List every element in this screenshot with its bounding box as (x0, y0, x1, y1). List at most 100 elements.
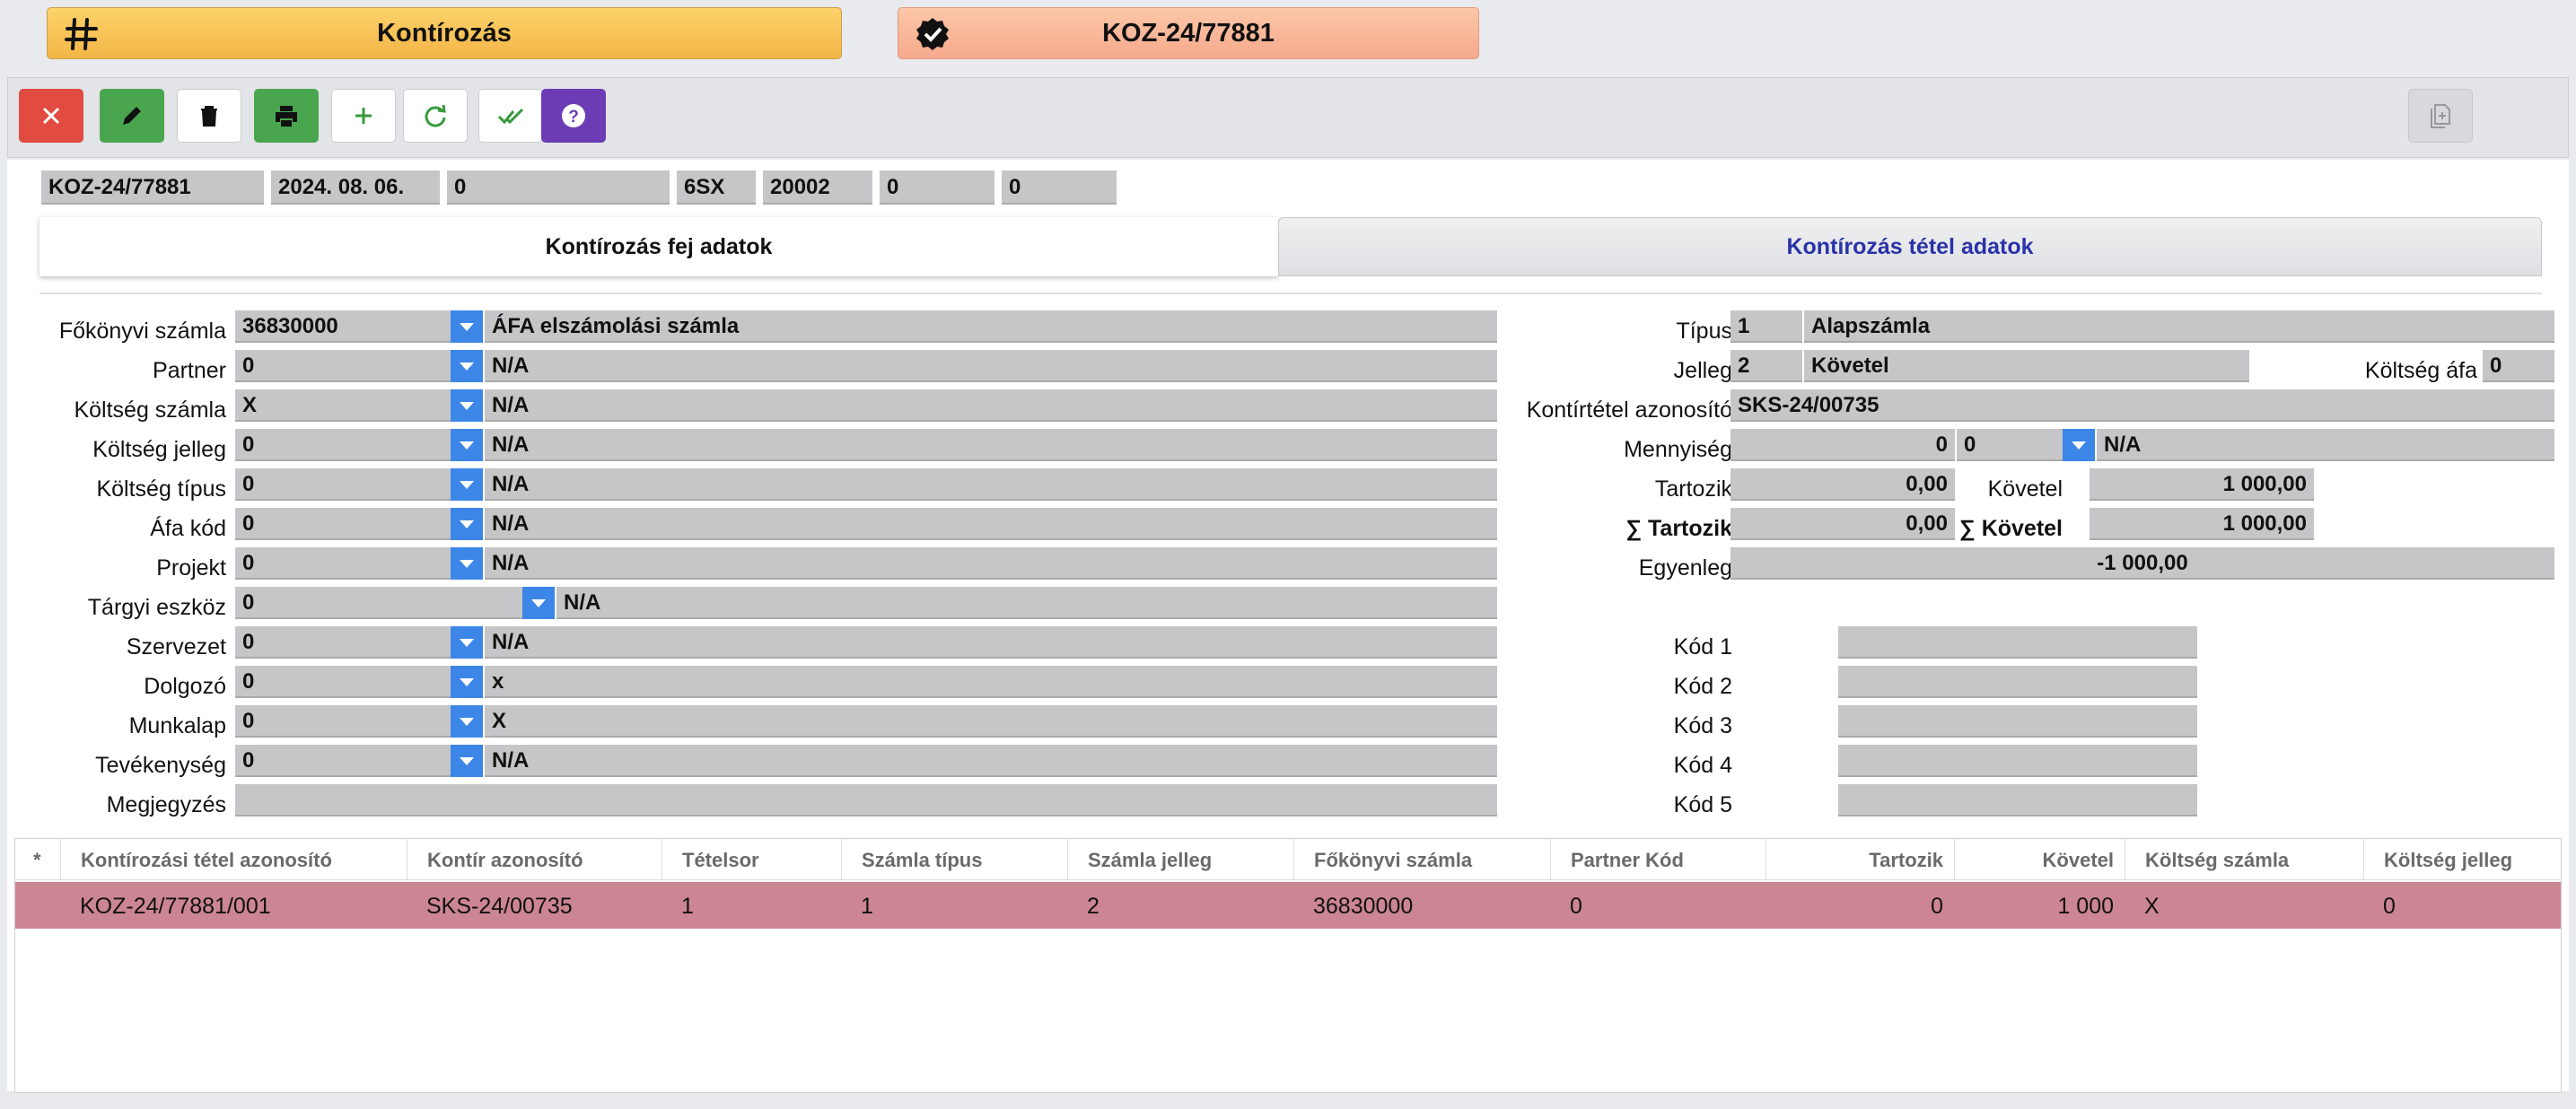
label-koltseg-afa: Költség áfa (2364, 358, 2477, 383)
grid-header-koltseg-szamla[interactable]: Költség számla (2125, 839, 2363, 880)
partner-code[interactable]: 0 (235, 350, 454, 382)
tipus-code[interactable]: 1 (1730, 310, 1802, 343)
cell-fokonyvi-szamla: 36830000 (1313, 894, 1414, 919)
tevekenyseg-name: N/A (485, 745, 1497, 777)
grid-header-fokonyvi-szamla[interactable]: Főkönyvi számla (1293, 839, 1550, 880)
koltseg-szamla-dropdown-icon[interactable] (451, 389, 483, 422)
cell-kontir-azonosito: SKS-24/00735 (426, 894, 573, 919)
refresh-button[interactable] (403, 89, 468, 143)
record-title: KOZ-24/77881 (1102, 18, 1275, 48)
mennyiseg-unit-dropdown-icon[interactable] (2063, 429, 2095, 461)
label-sum-kovetel: ∑ Követel (1958, 516, 2063, 541)
megjegyzes-field[interactable] (235, 784, 1497, 816)
label-targyi-eszkoz: Tárgyi eszköz (87, 595, 226, 620)
mennyiseg-field[interactable]: 0 (1730, 429, 1955, 461)
tevekenyseg-dropdown-icon[interactable] (451, 745, 483, 777)
munkalap-dropdown-icon[interactable] (451, 705, 483, 738)
cell-tartozik: 0 (1931, 894, 1943, 919)
koltseg-jelleg-dropdown-icon[interactable] (451, 429, 483, 461)
targyi-eszkoz-code[interactable]: 0 (235, 587, 528, 619)
print-button[interactable] (254, 89, 319, 143)
record-title-button[interactable]: KOZ-24/77881 (898, 7, 1479, 59)
grid-header-kovetel[interactable]: Követel (1954, 839, 2125, 880)
mennyiseg-unit-name: N/A (2097, 429, 2554, 461)
label-kovetel: Követel (1987, 476, 2063, 502)
kod-2-field[interactable] (1838, 666, 2197, 698)
cell-koltseg-szamla: X (2144, 894, 2160, 919)
header-field-5: 20002 (763, 170, 872, 205)
fokonyvi-szamla-dropdown-icon[interactable] (451, 310, 483, 343)
tevekenyseg-code[interactable]: 0 (235, 745, 454, 777)
edit-button[interactable] (100, 89, 164, 143)
tab-item-data[interactable]: Kontírozás tétel adatok (1278, 217, 2542, 276)
label-tevekenyseg: Tevékenység (95, 753, 226, 778)
tartozik-field[interactable]: 0,00 (1730, 468, 1955, 501)
header-field-7: 0 (1002, 170, 1117, 205)
grid-header-kontir-azonosito[interactable]: Kontír azonosító (407, 839, 662, 880)
mennyiseg-unit-code[interactable]: 0 (1957, 429, 2066, 461)
label-tipus: Típus (1676, 319, 1732, 344)
label-munkalap: Munkalap (128, 713, 226, 738)
kod-4-field[interactable] (1838, 745, 2197, 777)
dolgozo-dropdown-icon[interactable] (451, 666, 483, 698)
label-kod-4: Kód 4 (1673, 753, 1732, 778)
fokonyvi-szamla-code[interactable]: 36830000 (235, 310, 454, 343)
koltseg-afa-field[interactable]: 0 (2483, 350, 2554, 382)
cell-szamla-jelleg: 2 (1087, 894, 1100, 919)
koltseg-jelleg-name: N/A (485, 429, 1497, 461)
kod-1-field[interactable] (1838, 626, 2197, 659)
dolgozo-code[interactable]: 0 (235, 666, 454, 698)
kod-5-field[interactable] (1838, 784, 2197, 816)
afa-kod-dropdown-icon[interactable] (451, 508, 483, 540)
header-field-4: 6SX (677, 170, 756, 205)
table-row[interactable]: KOZ-24/77881/001 SKS-24/00735 1 1 2 3683… (15, 882, 2561, 929)
szervezet-code[interactable]: 0 (235, 626, 454, 659)
grid-header-tetelsor[interactable]: Tételsor (662, 839, 841, 880)
close-button[interactable] (19, 89, 83, 143)
partner-name: N/A (485, 350, 1497, 382)
kontirtetel-azonosito-field[interactable]: SKS-24/00735 (1730, 389, 2554, 422)
cell-szamla-tipus: 1 (861, 894, 873, 919)
afa-kod-code[interactable]: 0 (235, 508, 454, 540)
label-koltseg-tipus: Költség típus (96, 476, 226, 502)
koltseg-tipus-code[interactable]: 0 (235, 468, 454, 501)
partner-dropdown-icon[interactable] (451, 350, 483, 382)
projekt-code[interactable]: 0 (235, 547, 454, 580)
szervezet-dropdown-icon[interactable] (451, 626, 483, 659)
projekt-dropdown-icon[interactable] (451, 547, 483, 580)
label-kod-5: Kód 5 (1673, 792, 1732, 817)
jelleg-code[interactable]: 2 (1730, 350, 1802, 382)
sum-tartozik-field: 0,00 (1730, 508, 1955, 540)
label-sum-tartozik: ∑ Tartozik (1625, 516, 1732, 541)
module-title-button[interactable]: Kontírozás (47, 7, 842, 59)
header-field-document-id: KOZ-24/77881 (41, 170, 264, 205)
grid-header-kontirozasi-tetel-azonosito[interactable]: Kontírozási tétel azonosító (60, 839, 401, 880)
trash-icon (201, 106, 217, 127)
kovetel-field[interactable]: 1 000,00 (2090, 468, 2314, 501)
label-afa-kod: Áfa kód (150, 516, 226, 541)
grid-header-szamla-tipus[interactable]: Számla típus (841, 839, 1067, 880)
grid-header-partner-kod[interactable]: Partner Kód (1550, 839, 1766, 880)
pencil-icon (123, 107, 141, 125)
help-button[interactable]: ? (541, 89, 606, 143)
grid-header-koltseg-jelleg[interactable]: Költség jelleg (2363, 839, 2561, 880)
grid-header-tartozik[interactable]: Tartozik (1766, 839, 1954, 880)
approve-button[interactable] (478, 89, 543, 143)
cell-tetelsor: 1 (681, 894, 694, 919)
grid-header: * Kontírozási tétel azonosító Kontír azo… (15, 839, 2561, 880)
copy-button[interactable] (2408, 89, 2473, 143)
label-koltseg-szamla: Költség számla (74, 397, 226, 423)
grid-header-szamla-jelleg[interactable]: Számla jelleg (1067, 839, 1293, 880)
koltseg-jelleg-code[interactable]: 0 (235, 429, 454, 461)
cell-kovetel: 1 000 (2057, 894, 2114, 919)
sum-kovetel-field: 1 000,00 (2090, 508, 2314, 540)
munkalap-code[interactable]: 0 (235, 705, 454, 738)
delete-button[interactable] (177, 89, 241, 143)
kod-3-field[interactable] (1838, 705, 2197, 738)
koltseg-tipus-dropdown-icon[interactable] (451, 468, 483, 501)
targyi-eszkoz-dropdown-icon[interactable] (522, 587, 555, 619)
cell-kontirozasi-tetel-azonosito: KOZ-24/77881/001 (80, 894, 271, 919)
tab-head-data[interactable]: Kontírozás fej adatok (39, 217, 1278, 276)
add-button[interactable] (331, 89, 396, 143)
koltseg-szamla-code[interactable]: X (235, 389, 454, 422)
